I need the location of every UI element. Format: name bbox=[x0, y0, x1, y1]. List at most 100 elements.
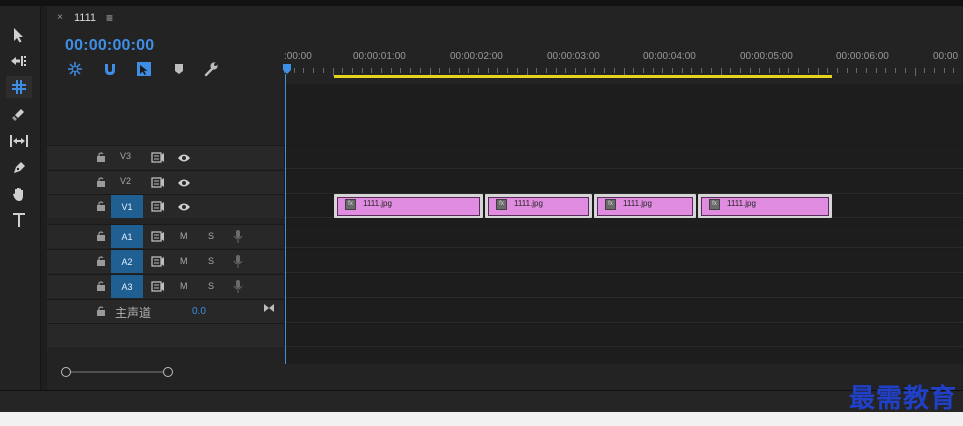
video-clip[interactable]: fx 1111.jpg bbox=[485, 194, 592, 218]
ruler-tick bbox=[575, 68, 576, 73]
track-select-icon[interactable] bbox=[6, 50, 32, 72]
track-label-selected[interactable]: A3 bbox=[111, 275, 143, 298]
ruler-tick bbox=[351, 68, 353, 73]
ruler-tick bbox=[613, 68, 615, 73]
ripple-edit-icon[interactable] bbox=[6, 76, 32, 98]
eye-icon[interactable] bbox=[177, 202, 191, 212]
ruler-tick bbox=[730, 68, 732, 73]
snap-icon[interactable] bbox=[101, 60, 119, 78]
add-marker-icon[interactable] bbox=[170, 60, 188, 78]
zoom-scrollbar-track[interactable] bbox=[66, 371, 168, 373]
slip-icon[interactable] bbox=[6, 130, 32, 152]
eye-icon[interactable] bbox=[177, 153, 191, 163]
playhead-handle[interactable] bbox=[283, 64, 291, 74]
playhead-timecode[interactable]: 00:00:00:00 bbox=[65, 37, 154, 55]
video-clip[interactable]: fx 1111.jpg bbox=[698, 194, 832, 218]
audio-track-a1: A1 M S bbox=[47, 224, 963, 248]
video-clip[interactable]: fx 1111.jpg bbox=[594, 194, 696, 218]
sync-lock-icon[interactable] bbox=[151, 201, 165, 212]
ruler-tick bbox=[565, 68, 567, 73]
track-label-selected[interactable]: A1 bbox=[111, 225, 143, 248]
lock-icon[interactable] bbox=[96, 152, 106, 162]
master-volume-value[interactable]: 0.0 bbox=[192, 306, 206, 317]
microphone-icon[interactable] bbox=[233, 230, 243, 244]
ruler-tick bbox=[371, 68, 373, 73]
timeline-settings-wrench-icon[interactable] bbox=[202, 60, 220, 78]
video-track-v3: V3 bbox=[47, 145, 963, 169]
track-label-selected[interactable]: A2 bbox=[111, 250, 143, 273]
ruler-tick bbox=[759, 68, 761, 73]
sequence-tab-title[interactable]: 1111 bbox=[74, 12, 96, 24]
watermark-text: 最需教育 bbox=[848, 384, 957, 414]
track-header: V1 bbox=[47, 195, 285, 218]
solo-button[interactable]: S bbox=[208, 256, 214, 266]
ruler-tick bbox=[390, 68, 392, 73]
sync-lock-icon[interactable] bbox=[151, 152, 165, 163]
linked-selection-icon[interactable] bbox=[135, 60, 153, 78]
track-header: V3 bbox=[47, 146, 285, 168]
solo-button[interactable]: S bbox=[208, 281, 214, 291]
ruler-tick bbox=[313, 68, 315, 73]
clip-name: 1111.jpg bbox=[623, 199, 652, 208]
selection-tool-icon[interactable] bbox=[6, 24, 32, 46]
lock-icon[interactable] bbox=[96, 256, 106, 266]
time-ruler[interactable]: :00:00 00:00:01:00 00:00:02:00 00:00:03:… bbox=[284, 44, 963, 84]
sync-lock-icon[interactable] bbox=[151, 231, 165, 242]
master-track-label: 主声道 bbox=[115, 306, 152, 320]
sync-lock-icon[interactable] bbox=[151, 177, 165, 188]
ruler-tick bbox=[895, 68, 897, 73]
ruler-tick bbox=[701, 68, 703, 73]
eye-icon[interactable] bbox=[177, 178, 191, 188]
ruler-tick bbox=[691, 68, 693, 73]
microphone-icon[interactable] bbox=[233, 280, 243, 294]
ruler-tick bbox=[846, 68, 848, 73]
nest-sequence-icon[interactable] bbox=[66, 60, 84, 78]
ruler-tick bbox=[642, 68, 644, 73]
panel-menu-icon[interactable]: ≡ bbox=[106, 11, 113, 25]
ruler-tick bbox=[856, 68, 858, 73]
mute-button[interactable]: M bbox=[180, 256, 188, 266]
ruler-tick bbox=[885, 68, 887, 73]
sync-lock-icon[interactable] bbox=[151, 256, 165, 267]
type-icon[interactable] bbox=[6, 209, 32, 231]
lock-icon[interactable] bbox=[96, 281, 106, 291]
solo-button[interactable]: S bbox=[208, 231, 214, 241]
tab-close-button[interactable]: × bbox=[57, 12, 63, 23]
ruler-tick bbox=[827, 68, 829, 73]
microphone-icon[interactable] bbox=[233, 255, 243, 269]
lock-icon[interactable] bbox=[96, 177, 106, 187]
track-header: A3 M S bbox=[47, 275, 285, 298]
ruler-tick bbox=[652, 68, 654, 73]
video-clip[interactable]: fx 1111.jpg bbox=[334, 194, 483, 218]
ruler-tick bbox=[807, 68, 809, 73]
razor-icon[interactable] bbox=[6, 103, 32, 125]
ruler-tick bbox=[594, 68, 596, 73]
ruler-tick bbox=[342, 68, 344, 73]
go-to-next-edit-icon[interactable] bbox=[263, 303, 275, 313]
ruler-tick bbox=[478, 68, 479, 73]
playhead-line[interactable] bbox=[285, 74, 286, 364]
ruler-tick bbox=[604, 68, 606, 73]
pen-icon[interactable] bbox=[6, 157, 32, 179]
track-header: V2 bbox=[47, 171, 285, 193]
mute-button[interactable]: M bbox=[180, 281, 188, 291]
track-label-selected[interactable]: V1 bbox=[111, 195, 143, 218]
zoom-handle-right[interactable] bbox=[163, 367, 173, 377]
ruler-tick bbox=[662, 68, 664, 73]
ruler-tick bbox=[904, 68, 906, 73]
ruler-tick bbox=[497, 68, 499, 73]
work-area-bar[interactable] bbox=[334, 75, 832, 78]
ruler-tick bbox=[293, 68, 295, 73]
zoom-handle-left[interactable] bbox=[61, 367, 71, 377]
lock-icon[interactable] bbox=[96, 231, 106, 241]
zoom-scrollbar[interactable] bbox=[47, 364, 963, 378]
ruler-tick bbox=[439, 68, 441, 73]
lock-icon[interactable] bbox=[96, 201, 106, 211]
sync-lock-icon[interactable] bbox=[151, 281, 165, 292]
track-label[interactable]: V2 bbox=[120, 176, 131, 186]
track-label[interactable]: V3 bbox=[120, 151, 131, 161]
hand-icon[interactable] bbox=[6, 183, 32, 205]
video-track-v2: V2 bbox=[47, 170, 963, 194]
lock-icon[interactable] bbox=[96, 306, 106, 316]
mute-button[interactable]: M bbox=[180, 231, 188, 241]
